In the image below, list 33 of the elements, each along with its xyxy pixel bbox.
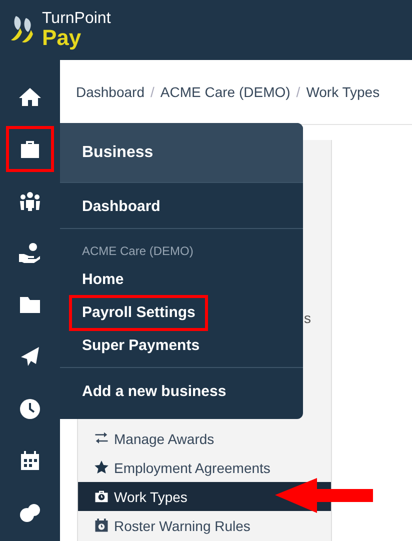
star-icon (94, 460, 109, 475)
menu-item[interactable]: Super Payments (69, 328, 213, 364)
nav-item-text: s (304, 310, 311, 326)
menu-heading: ACME Care (DEMO) (81, 243, 194, 260)
calendar-icon (18, 449, 42, 473)
briefcase-clock-icon (94, 489, 109, 504)
menu-item[interactable]: Dashboard (69, 189, 174, 225)
home-icon (18, 85, 42, 109)
hand-coin-icon (18, 241, 42, 265)
breadcrumb-link[interactable]: Dashboard (76, 84, 144, 100)
menu-title: Business (60, 123, 303, 182)
nav-item-label: Work Types (114, 488, 188, 504)
nav-item-label: Manage Awards (114, 430, 214, 446)
swap-arrows-icon (94, 431, 109, 446)
logo-text: Pay (42, 27, 82, 49)
people-icon (18, 189, 42, 213)
clock-icon (18, 397, 42, 421)
breadcrumb-separator: / (296, 84, 300, 100)
breadcrumb-link[interactable]: ACME Care (DEMO) (160, 84, 290, 100)
breadcrumb-link[interactable]: Work Types (306, 84, 380, 100)
logo-text: TurnPoint (42, 11, 111, 27)
coins-icon (18, 501, 42, 525)
nav-item[interactable]: Employment Agreements (78, 453, 331, 482)
menu-item[interactable]: Add a new business (69, 374, 240, 410)
menu-item[interactable]: Payroll Settings (69, 295, 208, 331)
menu-item[interactable]: Home (69, 262, 137, 298)
nav-item-label: Employment Agreements (114, 460, 270, 476)
breadcrumb-separator: / (150, 84, 154, 100)
nav-item[interactable]: Roster Warning Rules (78, 511, 331, 540)
nav-item[interactable]: Manage Awards (78, 424, 331, 453)
calendar-clock-icon (94, 518, 109, 533)
sidebar-icon-button[interactable] (6, 126, 54, 172)
nav-item-label: Roster Warning Rules (114, 518, 250, 534)
